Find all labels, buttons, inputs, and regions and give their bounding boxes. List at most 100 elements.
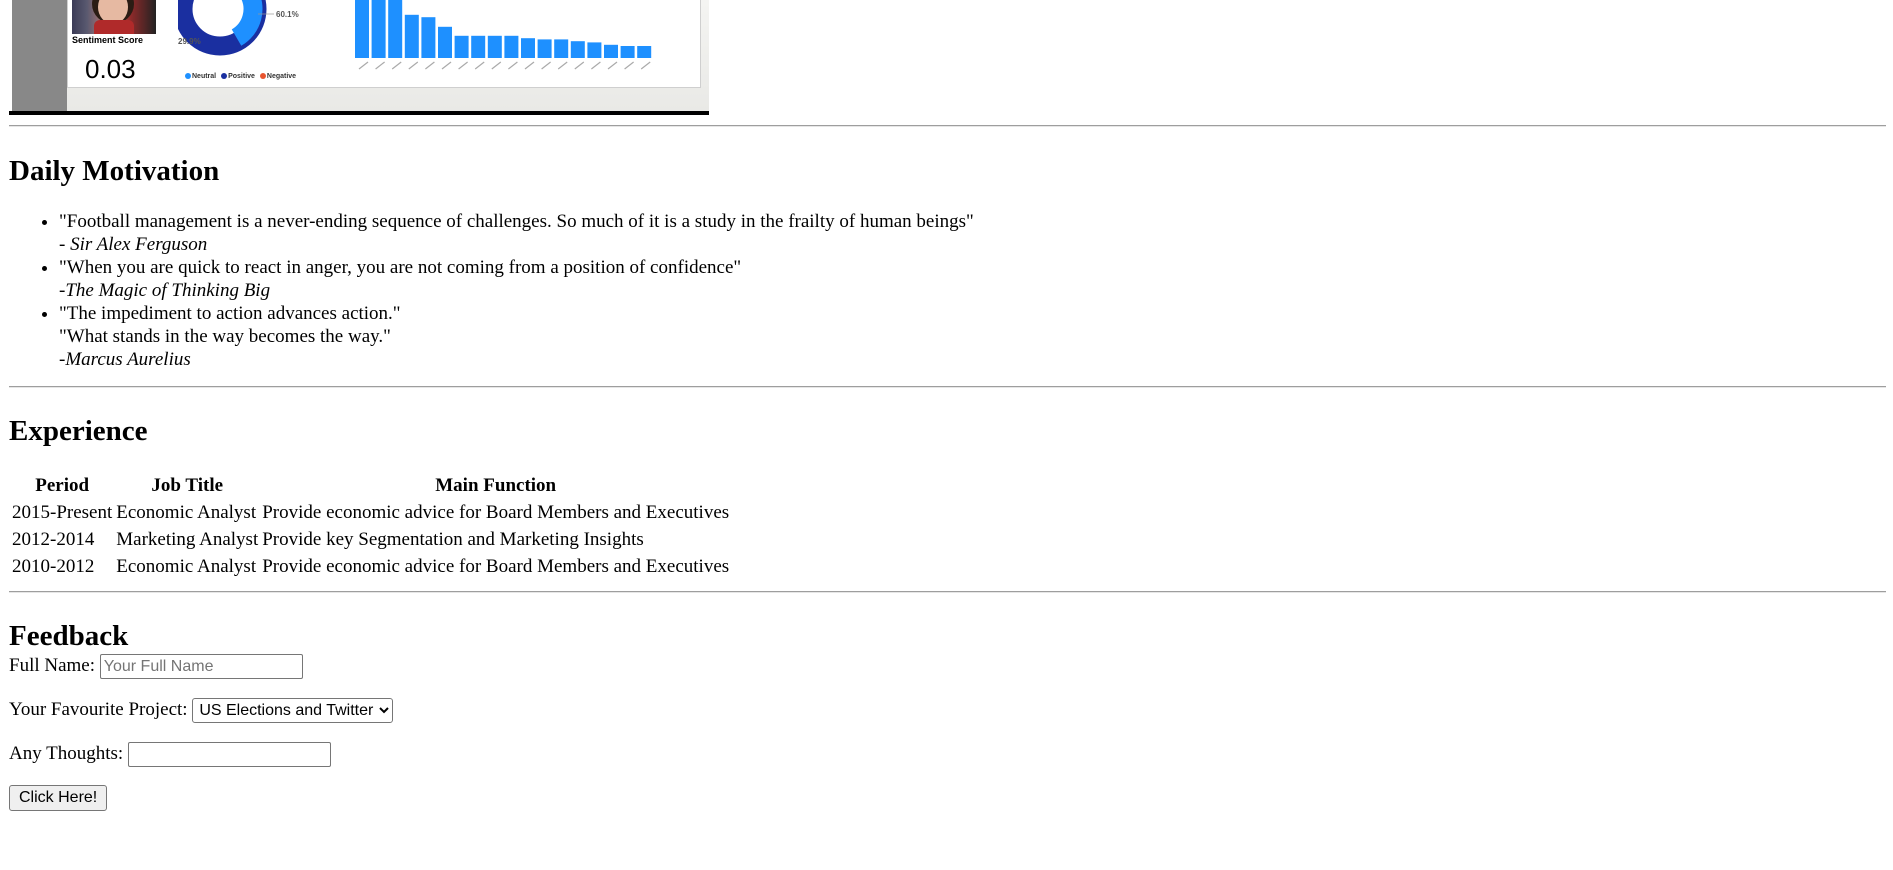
table-header-row: Period Job Title Main Function bbox=[11, 473, 730, 498]
column-header-main-function: Main Function bbox=[435, 474, 557, 496]
sentiment-score-label: Sentiment Score bbox=[72, 35, 144, 45]
bar-category-label-mark bbox=[574, 61, 585, 70]
word-frequency-bar bbox=[454, 35, 469, 58]
bar-category-label-mark bbox=[541, 61, 551, 70]
cell-main-function: Provide economic advice for Board Member… bbox=[262, 501, 730, 523]
quote-text-second-line: "What stands in the way becomes the way.… bbox=[59, 326, 391, 348]
bar-category-label-mark bbox=[640, 61, 651, 70]
quote-author: - Sir Alex Ferguson bbox=[59, 234, 208, 256]
legend-neutral-label: Neutral bbox=[192, 73, 217, 80]
cell-job-title: Economic Analyst bbox=[116, 501, 257, 523]
bar-category-label-mark bbox=[391, 61, 402, 70]
legend-negative-dot bbox=[259, 73, 266, 79]
bar-category-label-mark bbox=[458, 61, 468, 70]
quote-item: "The impediment to action advances actio… bbox=[59, 302, 1886, 371]
feedback-form: Full Name: Your Favourite Project: US El… bbox=[9, 653, 1886, 812]
favourite-project-label: Your Favourite Project: bbox=[9, 699, 188, 721]
bar-category-label-mark bbox=[524, 61, 535, 70]
word-frequency-bar bbox=[487, 35, 502, 58]
quote-item: "When you are quick to react in anger, y… bbox=[59, 256, 1886, 302]
cell-job-title: Economic Analyst bbox=[116, 555, 257, 577]
column-header-job-title: Job Title bbox=[151, 474, 224, 496]
table-row: 2012-2014 Marketing Analyst Provide key … bbox=[11, 527, 730, 552]
word-frequency-bar bbox=[371, 0, 386, 58]
word-frequency-bar bbox=[421, 17, 436, 58]
divider bbox=[9, 125, 1886, 127]
cell-main-function: Provide key Segmentation and Marketing I… bbox=[262, 528, 644, 550]
donut-legend: Neutral Positive Negative bbox=[182, 73, 296, 80]
dashboard-card: Sentiment Score 0.03 60.1% 29.9% Neutral… bbox=[67, 0, 701, 88]
cell-main-function: Provide economic advice for Board Member… bbox=[262, 555, 730, 577]
table-row: 2015-Present Economic Analyst Provide ec… bbox=[11, 500, 730, 525]
favourite-project-select[interactable]: US Elections and Twitter bbox=[192, 698, 394, 724]
full-name-label: Full Name: bbox=[9, 655, 96, 677]
legend-neutral-dot bbox=[185, 73, 191, 79]
cell-job-title: Marketing Analyst bbox=[116, 528, 259, 550]
word-frequency-bar bbox=[587, 42, 602, 58]
experience-heading: Experience bbox=[9, 415, 148, 448]
candidate-photo bbox=[72, 0, 156, 34]
bar-category-label-mark bbox=[557, 61, 568, 70]
word-frequency-bar bbox=[637, 46, 652, 58]
dashboard-bottom-rule bbox=[9, 111, 709, 115]
sentiment-donut-chart: 60.1% 29.9% bbox=[178, 0, 299, 56]
divider bbox=[9, 590, 1886, 593]
column-header-period: Period bbox=[35, 474, 90, 496]
word-frequency-bar bbox=[554, 39, 569, 58]
table-row: 2010-2012 Economic Analyst Provide econo… bbox=[11, 554, 730, 579]
quote-text: "The impediment to action advances actio… bbox=[59, 303, 401, 325]
legend-negative-label: Negative bbox=[266, 73, 297, 80]
bar-category-label-mark bbox=[624, 61, 634, 70]
word-frequency-bar bbox=[355, 0, 369, 58]
dashboard-image: Sentiment Score 0.03 60.1% 29.9% Neutral… bbox=[9, 0, 709, 116]
submit-button[interactable]: Click Here! bbox=[9, 785, 108, 812]
donut-label-right: 60.1% bbox=[276, 10, 299, 19]
word-frequency-bar bbox=[438, 26, 452, 58]
bar-category-label-mark bbox=[408, 61, 419, 70]
bar-category-label-mark bbox=[375, 61, 385, 70]
full-name-input[interactable] bbox=[99, 654, 303, 680]
cell-period: 2012-2014 bbox=[12, 528, 95, 550]
word-frequency-bar bbox=[620, 46, 635, 58]
dashboard-frame: Sentiment Score 0.03 60.1% 29.9% Neutral… bbox=[12, 0, 709, 111]
bar-category-label-mark bbox=[425, 61, 435, 70]
divider bbox=[9, 386, 1886, 389]
experience-table: Period Job Title Main Function 2015-Pres… bbox=[9, 471, 732, 581]
bar-category-label-mark bbox=[441, 61, 452, 70]
word-frequency-bar bbox=[388, 0, 403, 59]
thoughts-row: Any Thoughts: bbox=[9, 741, 1886, 768]
word-frequency-bar bbox=[404, 14, 419, 59]
full-name-row: Full Name: bbox=[9, 653, 1886, 680]
thoughts-label: Any Thoughts: bbox=[9, 743, 124, 765]
quote-item: "Football management is a never-ending s… bbox=[59, 210, 1886, 256]
donut-label-left: 29.9% bbox=[178, 37, 201, 46]
word-frequency-bar bbox=[521, 38, 535, 58]
word-frequency-bar bbox=[537, 39, 552, 58]
bar-category-label-mark bbox=[607, 61, 618, 70]
word-frequency-bar bbox=[471, 35, 486, 58]
quote-text: "When you are quick to react in anger, y… bbox=[59, 257, 742, 279]
bar-category-label-mark bbox=[474, 61, 485, 70]
bar-category-label-mark bbox=[508, 61, 518, 70]
bar-category-label-mark bbox=[358, 61, 369, 70]
word-frequency-bar bbox=[570, 41, 585, 58]
favourite-project-row: Your Favourite Project: US Elections and… bbox=[9, 697, 1886, 724]
word-frequency-bar bbox=[504, 35, 519, 58]
bar-category-label-mark bbox=[491, 61, 502, 70]
quote-text: "Football management is a never-ending s… bbox=[59, 211, 974, 233]
cell-period: 2015-Present bbox=[12, 501, 113, 523]
quote-list: "Football management is a never-ending s… bbox=[9, 210, 1886, 371]
legend-positive-label: Positive bbox=[228, 73, 255, 80]
sentiment-score-value: 0.03 bbox=[85, 54, 136, 84]
word-frequency-bar-chart bbox=[355, 0, 652, 70]
feedback-heading: Feedback bbox=[9, 619, 129, 652]
legend-positive-dot bbox=[221, 73, 228, 79]
cell-period: 2010-2012 bbox=[12, 555, 95, 577]
bar-category-label-mark bbox=[591, 61, 601, 70]
daily-motivation-heading: Daily Motivation bbox=[9, 155, 220, 187]
dashboard-side-panel bbox=[12, 0, 67, 111]
page: Sentiment Score 0.03 60.1% 29.9% Neutral… bbox=[9, 0, 1886, 812]
thoughts-input[interactable] bbox=[127, 742, 331, 768]
word-frequency-bar bbox=[604, 44, 618, 58]
quote-author: -Marcus Aurelius bbox=[59, 349, 191, 371]
